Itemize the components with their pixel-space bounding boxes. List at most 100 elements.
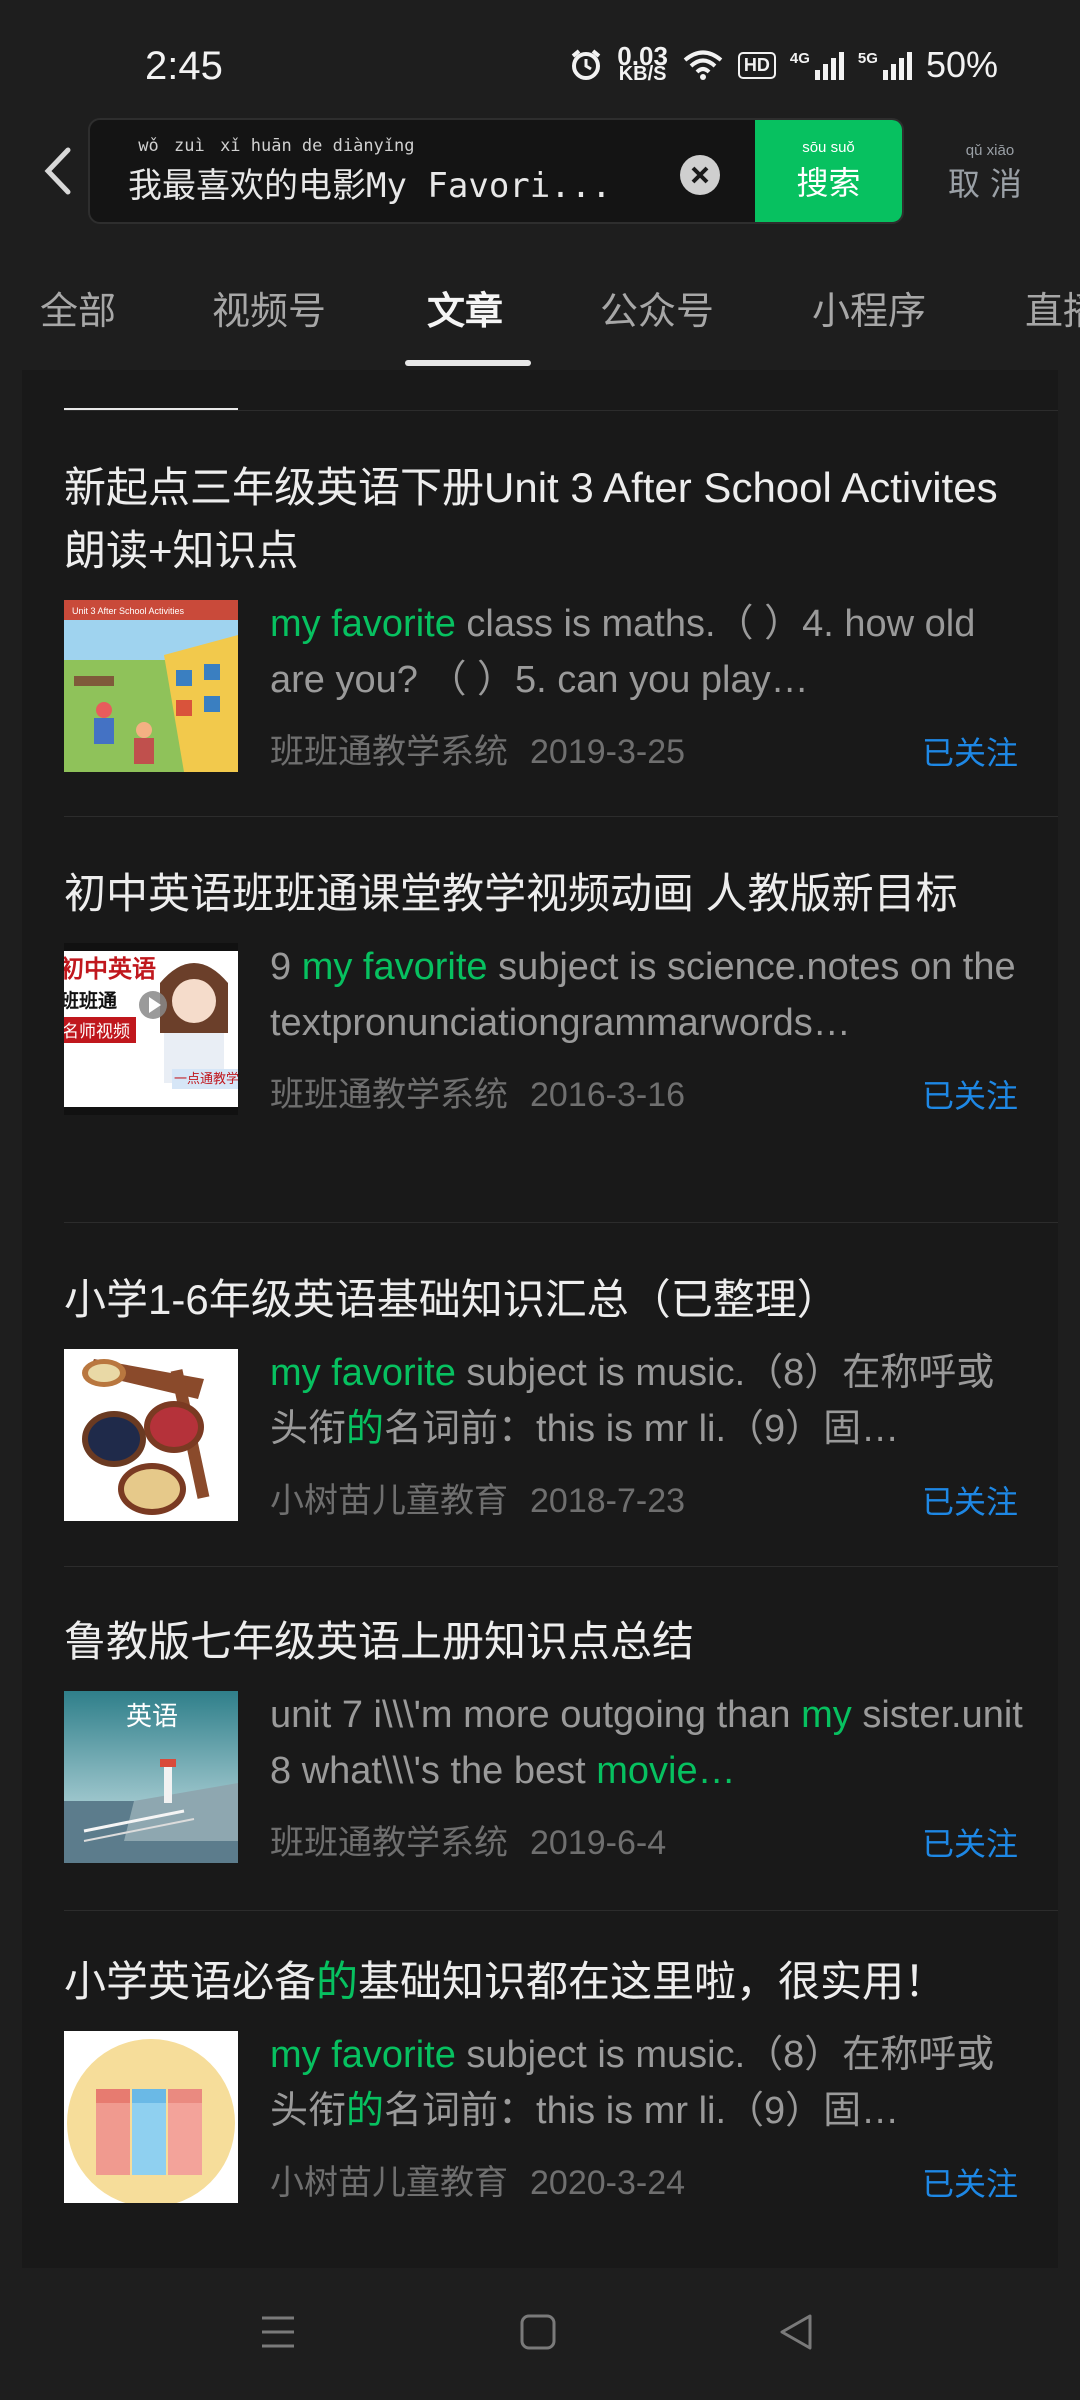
tab-official-accounts[interactable]: 公众号 [600, 280, 714, 335]
article-thumbnail: Unit 3 After School Activities [64, 600, 238, 772]
article-item[interactable]: 初中英语班班通课堂教学视频动画 人教版新目标 初中英语 班班通 名师视频 一点通… [64, 862, 1058, 1115]
article-source[interactable]: 小树苗儿童教育 [270, 2164, 508, 2202]
search-header: wǒ zuì xǐ huān de diànyǐng 我最喜欢的电影My Favori..… [0, 118, 1080, 226]
highlighted-keyword: 的 [316, 1958, 359, 2005]
net-type-1: 4G [789, 50, 810, 67]
article-source[interactable]: 班班通教学系统 [270, 1824, 508, 1862]
followed-badge[interactable]: 已关注 [922, 1477, 1018, 1523]
search-button-pinyin: sōu suǒ [802, 138, 855, 156]
divider [64, 1566, 1058, 1567]
article-item[interactable]: 新起点三年级英语下册Unit 3 After School Activites … [64, 456, 1058, 772]
search-input[interactable]: wǒ zuì xǐ huān de diànyǐng 我最喜欢的电影My Favori..… [128, 136, 728, 207]
net-speed: 0.03 KB/S [617, 43, 668, 85]
article-title[interactable]: 鲁教版七年级英语上册知识点总结 [64, 1610, 1014, 1673]
article-source[interactable]: 班班通教学系统 [270, 733, 508, 771]
results-list[interactable]: 新起点三年级英语下册Unit 3 After School Activites … [22, 370, 1058, 2268]
cancel-pinyin: qǔ xiāo [965, 142, 1015, 159]
highlighted-keyword: my favorite [270, 603, 456, 645]
thumb-label: 英语 [126, 1702, 178, 1732]
back-nav-icon[interactable] [776, 2312, 816, 2352]
article-meta: 小树苗儿童教育 2020-3-24 [270, 2155, 685, 2204]
highlighted-keyword: 的 [346, 2090, 385, 2132]
signal-5g-icon: 5G [858, 50, 912, 80]
clear-input-icon[interactable] [680, 155, 720, 195]
net-speed-unit: KB/S [618, 63, 667, 85]
text-run: 名词前：this is mr li.（9）固… [384, 1408, 900, 1450]
followed-badge[interactable]: 已关注 [922, 1819, 1018, 1865]
followed-badge[interactable]: 已关注 [922, 728, 1018, 774]
active-tab-indicator [405, 360, 531, 366]
highlighted-keyword: my favorite [270, 2034, 456, 2076]
article-date: 2019-6-4 [530, 1824, 667, 1862]
article-snippet: my favorite class is maths.（ ）4. how old… [270, 596, 1030, 708]
cancel-button[interactable]: qǔ xiāo 取消 [948, 142, 1032, 205]
article-meta: 班班通教学系统 2016-3-16 [270, 1067, 685, 1116]
search-button[interactable]: sōu suǒ 搜索 [755, 120, 902, 222]
article-title[interactable]: 新起点三年级英语下册Unit 3 After School Activites … [64, 456, 1014, 582]
thumb-line-1: 初中英语 [64, 955, 156, 983]
article-date: 2016-3-16 [530, 1076, 686, 1114]
query-pinyin: wǒ zuì xǐ huān de diànyǐng [128, 136, 728, 158]
thumb-line-4: 一点通教学 [174, 1071, 238, 1087]
pinyin-syllable: huān [250, 136, 292, 156]
signal-4g-icon: 4G [790, 50, 844, 80]
tab-channels[interactable]: 视频号 [212, 280, 326, 335]
status-bar: 2:45 0.03 KB/S HD 4G 5G 50% [0, 0, 1080, 118]
divider [64, 816, 1058, 817]
hd-voice-icon: HD [737, 51, 776, 79]
article-title[interactable]: 小学1-6年级英语基础知识汇总（已整理） [64, 1268, 1014, 1331]
article-snippet: my favorite subject is music.（8）在称呼或头衔的名… [270, 2027, 1030, 2139]
home-icon[interactable] [518, 2312, 558, 2352]
pinyin-syllable: yǐng [373, 136, 415, 156]
article-item[interactable]: 鲁教版七年级英语上册知识点总结 英语 unit 7 i\\\'m more ou… [64, 1610, 1058, 1863]
divider [64, 1222, 1058, 1223]
article-title[interactable]: 初中英语班班通课堂教学视频动画 人教版新目标 [64, 862, 1014, 925]
divider [64, 1910, 1058, 1911]
article-meta: 班班通教学系统 2019-6-4 [270, 1815, 666, 1864]
search-button-label: 搜索 [796, 164, 861, 201]
text-run: 小学英语必备 [64, 1958, 317, 2005]
highlighted-keyword: my [801, 1694, 852, 1736]
menu-icon[interactable] [258, 2312, 298, 2352]
pinyin-syllable: diàn [332, 136, 374, 156]
article-meta: 小树苗儿童教育 2018-7-23 [270, 1473, 685, 1522]
followed-badge[interactable]: 已关注 [922, 1071, 1018, 1117]
article-source[interactable]: 班班通教学系统 [270, 1076, 508, 1114]
divider [64, 410, 1058, 411]
highlighted-keyword: my favorite [270, 1352, 456, 1394]
article-snippet: unit 7 i\\\'m more outgoing than my sist… [270, 1687, 1030, 1799]
article-item[interactable]: 小学1-6年级英语基础知识汇总（已整理） my favorite subject… [64, 1268, 1058, 1521]
clock: 2:45 [145, 44, 223, 88]
thumb-label: Unit 3 After School Activities [72, 606, 185, 616]
cancel-label: 取消 [947, 166, 1032, 202]
status-icons: 0.03 KB/S HD 4G 5G 50% [569, 43, 998, 86]
tab-mini-programs[interactable]: 小程序 [812, 280, 926, 335]
article-snippet: 9 my favorite subject is science.notes o… [270, 939, 1030, 1051]
text-run: 基础知识都在这里啦，很实用！ [358, 1958, 947, 2005]
followed-badge[interactable]: 已关注 [922, 2159, 1018, 2205]
article-source[interactable]: 小树苗儿童教育 [270, 1482, 508, 1520]
alarm-icon [572, 49, 601, 80]
back-icon[interactable] [38, 146, 78, 196]
tab-articles[interactable]: 文章 [427, 280, 503, 335]
tab-live[interactable]: 直播 [1025, 280, 1080, 335]
pinyin-syllable: wǒ [138, 136, 159, 156]
text-run: unit 7 i\\\'m more outgoing than [270, 1694, 802, 1736]
article-date: 2020-3-24 [530, 2164, 686, 2202]
pinyin-syllable: xǐ [220, 136, 241, 156]
article-item[interactable]: 小学英语必备的基础知识都在这里啦，很实用！ my favorite subjec… [64, 1950, 1058, 2203]
article-meta: 班班通教学系统 2019-3-25 [270, 724, 685, 773]
article-thumbnail [64, 1349, 238, 1521]
system-nav-bar [0, 2268, 1080, 2400]
article-snippet: my favorite subject is music.（8）在称呼或头衔的名… [270, 1345, 1030, 1457]
battery-level: 50% [925, 44, 998, 85]
search-box[interactable]: wǒ zuì xǐ huān de diànyǐng 我最喜欢的电影My Favori..… [88, 118, 904, 224]
article-title[interactable]: 小学英语必备的基础知识都在这里啦，很实用！ [64, 1950, 1014, 2013]
tab-all[interactable]: 全部 [40, 280, 116, 335]
tab-bar: 全部 视频号 文章 公众号 小程序 直播 [0, 250, 1080, 370]
pinyin-syllable: de [301, 136, 323, 156]
article-thumbnail: 初中英语 班班通 名师视频 一点通教学 [64, 943, 238, 1115]
highlighted-keyword: movie… [596, 1750, 736, 1792]
text-run: 名词前：this is mr li.（9）固… [384, 2090, 900, 2132]
wifi-icon [683, 50, 723, 80]
